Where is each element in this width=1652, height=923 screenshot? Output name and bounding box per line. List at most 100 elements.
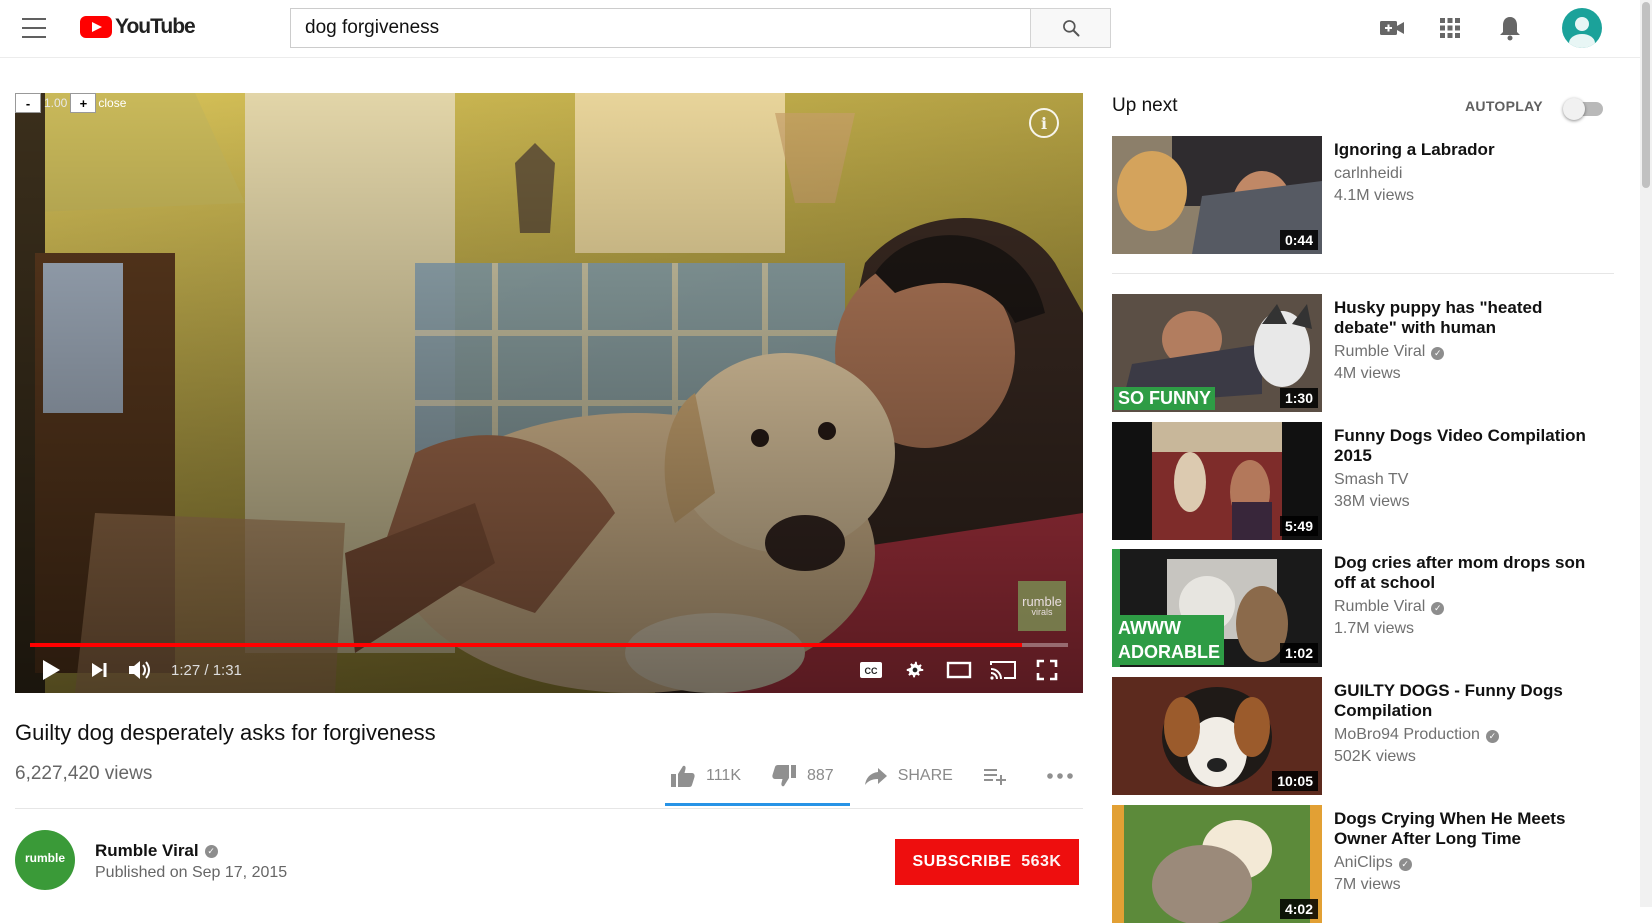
volume-button[interactable]	[123, 652, 159, 688]
publish-date: Published on Sep 17, 2015	[95, 864, 288, 881]
recommended-video[interactable]: SO FUNNY 1:30 Husky puppy has "heated de…	[1112, 294, 1612, 412]
channel-name[interactable]: Rumble Viral	[95, 841, 199, 861]
dislike-button[interactable]: 887	[771, 764, 834, 788]
verified-icon: ✓	[1431, 347, 1445, 360]
video-actions: 111K 887 SHARE	[670, 758, 1113, 794]
theater-mode-button[interactable]	[941, 652, 977, 688]
zoom-out-button[interactable]: -	[15, 93, 41, 113]
more-actions-button[interactable]	[1047, 772, 1083, 780]
video-duration: 1:02	[1279, 643, 1318, 663]
theater-icon	[946, 661, 972, 679]
video-duration: 0:44	[1279, 230, 1318, 250]
view-count: 4.1M views	[1334, 187, 1415, 204]
thumbnail-overlay-text: SO FUNNY	[1114, 387, 1216, 410]
user-icon	[1569, 17, 1595, 48]
channel-watermark[interactable]: rumble virals	[1018, 581, 1066, 631]
recommended-video[interactable]: 10:05 GUILTY DOGS - Funny Dogs Compilati…	[1112, 677, 1612, 795]
zoom-close-link[interactable]: close	[98, 96, 126, 110]
cast-button[interactable]	[985, 652, 1021, 688]
svg-text:CC: CC	[865, 666, 878, 676]
channel-row[interactable]: Rumble Viral ✓	[1334, 597, 1445, 617]
watermark-subtext: virals	[1031, 607, 1053, 617]
view-count: 6,227,420 views	[15, 763, 153, 784]
video-thumbnail[interactable]: SO FUNNY 1:30	[1112, 294, 1322, 412]
captions-button[interactable]: CC	[853, 652, 889, 688]
video-title-link[interactable]: Funny Dogs Video Compilation 2015	[1334, 426, 1604, 466]
zoom-level: 1.00	[44, 96, 68, 110]
cc-icon: CC	[860, 662, 882, 678]
search-input[interactable]	[290, 8, 1031, 48]
video-player[interactable]: - 1.00 + close i rumble virals 1:27 / 1:…	[15, 93, 1083, 693]
channel-name[interactable]: Rumble Viral	[1334, 343, 1425, 360]
channel-name-row[interactable]: Rumble Viral ✓	[95, 841, 218, 861]
video-duration: 5:49	[1279, 516, 1318, 536]
skip-next-icon	[92, 663, 107, 677]
channel-row[interactable]: AniClips ✓	[1334, 853, 1412, 873]
video-title-link[interactable]: GUILTY DOGS - Funny Dogs Compilation	[1334, 681, 1604, 721]
gear-icon	[906, 661, 924, 678]
subscriber-count: 563K	[1021, 853, 1062, 870]
info-icon[interactable]: i	[1029, 108, 1059, 138]
up-next-heading: Up next	[1112, 95, 1178, 116]
toggle-knob	[1563, 98, 1585, 120]
volume-icon	[129, 661, 150, 679]
video-duration: 4:02	[1279, 899, 1318, 919]
subscribe-label: SUBSCRIBE	[912, 853, 1012, 870]
share-button[interactable]: SHARE	[864, 766, 953, 786]
verified-icon: ✓	[1485, 730, 1499, 743]
more-horizontal-icon	[1047, 773, 1073, 779]
video-frame	[15, 93, 1083, 693]
autoplay-toggle[interactable]	[1563, 96, 1605, 120]
channel-name[interactable]: MoBro94 Production	[1334, 726, 1480, 743]
next-button[interactable]	[81, 652, 117, 688]
channel-name[interactable]: Rumble Viral	[1334, 598, 1425, 615]
video-title-link[interactable]: Husky puppy has "heated debate" with hum…	[1334, 298, 1604, 338]
verified-icon: ✓	[204, 844, 218, 858]
apps-grid-icon[interactable]	[1436, 14, 1464, 42]
recommended-video[interactable]: 0:44 Ignoring a Labrador carlnheidi 4.1M…	[1112, 136, 1612, 254]
video-thumbnail[interactable]: 10:05	[1112, 677, 1322, 795]
like-count: 111K	[706, 767, 741, 784]
channel-avatar[interactable]: rumble	[15, 830, 75, 890]
verified-icon: ✓	[1431, 602, 1445, 615]
channel-row[interactable]: Rumble Viral ✓	[1334, 342, 1445, 362]
view-count: 38M views	[1334, 493, 1410, 510]
divider	[15, 808, 1083, 809]
bell-icon[interactable]	[1496, 14, 1524, 42]
video-thumbnail[interactable]: AWWW ADORABLE 1:02	[1112, 549, 1322, 667]
channel-name[interactable]: AniClips	[1334, 854, 1393, 871]
menu-icon[interactable]	[22, 18, 46, 38]
add-to-playlist-button[interactable]	[983, 766, 1017, 786]
scrollbar-thumb[interactable]	[1642, 2, 1650, 188]
fullscreen-button[interactable]	[1029, 652, 1065, 688]
video-duration: 10:05	[1272, 771, 1318, 791]
play-button[interactable]	[33, 652, 69, 688]
channel-name[interactable]: Smash TV	[1334, 470, 1408, 490]
settings-button[interactable]	[897, 652, 933, 688]
like-button[interactable]: 111K	[670, 764, 741, 788]
subscribe-button[interactable]: SUBSCRIBE 563K	[895, 839, 1079, 885]
channel-row[interactable]: MoBro94 Production ✓	[1334, 725, 1499, 745]
video-thumbnail[interactable]: 5:49	[1112, 422, 1322, 540]
zoom-in-button[interactable]: +	[70, 93, 97, 113]
share-icon	[864, 768, 887, 785]
thumbs-down-icon	[772, 765, 796, 787]
recommended-video[interactable]: 4:02 Dogs Crying When He Meets Owner Aft…	[1112, 805, 1612, 923]
video-title-link[interactable]: Ignoring a Labrador	[1334, 140, 1604, 160]
video-thumbnail[interactable]: 0:44	[1112, 136, 1322, 254]
video-camera-icon[interactable]	[1378, 14, 1406, 42]
youtube-logo[interactable]: YouTube	[80, 15, 196, 39]
video-title-link[interactable]: Dogs Crying When He Meets Owner After Lo…	[1334, 809, 1604, 849]
video-thumbnail[interactable]: 4:02	[1112, 805, 1322, 923]
channel-name[interactable]: carlnheidi	[1334, 164, 1402, 184]
page-scrollbar[interactable]	[1640, 0, 1652, 907]
recommended-video[interactable]: 5:49 Funny Dogs Video Compilation 2015 S…	[1112, 422, 1612, 540]
video-title-link[interactable]: Dog cries after mom drops son off at sch…	[1334, 553, 1604, 593]
view-count: 4M views	[1334, 365, 1401, 382]
view-count: 7M views	[1334, 876, 1401, 893]
recommended-video[interactable]: AWWW ADORABLE 1:02 Dog cries after mom d…	[1112, 549, 1612, 667]
search-button[interactable]	[1030, 8, 1111, 48]
account-avatar[interactable]	[1562, 8, 1602, 48]
view-count: 1.7M views	[1334, 620, 1415, 637]
sentiment-bar	[665, 803, 850, 806]
